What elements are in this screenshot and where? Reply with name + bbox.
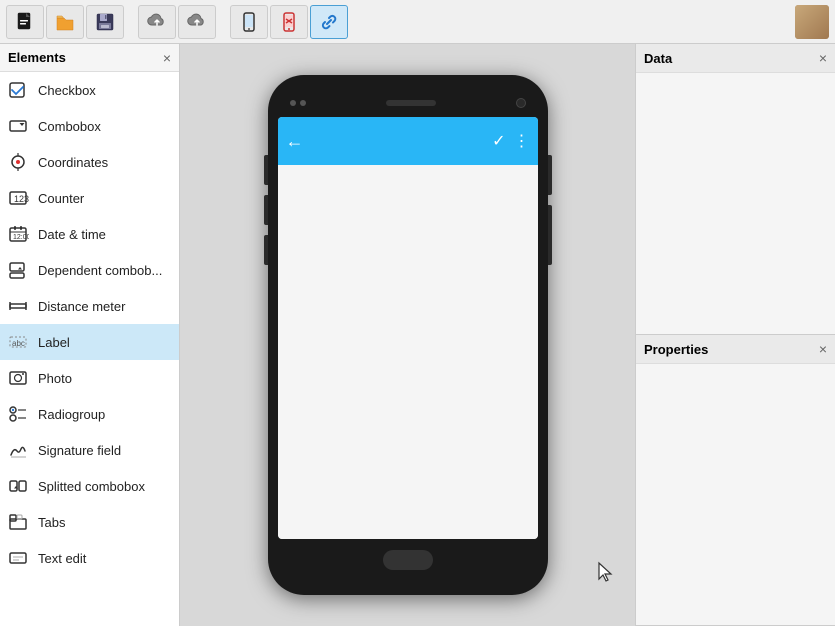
phone-speaker bbox=[386, 100, 436, 106]
phone-app-bar: ← ✓ ⋮ bbox=[278, 117, 538, 165]
elements-panel: Elements × Checkbox Combobox Coordinates 12… bbox=[0, 44, 180, 626]
save-button[interactable] bbox=[86, 5, 124, 39]
canvas-area: ← ✓ ⋮ bbox=[180, 44, 635, 626]
phone-dot-1 bbox=[290, 100, 296, 106]
toolbar-file-group bbox=[6, 5, 124, 39]
label-icon: abc bbox=[8, 331, 30, 353]
combobox-icon bbox=[8, 115, 30, 137]
element-label-combobox: Combobox bbox=[38, 119, 101, 134]
element-label-splitted-combobox: Splitted combobox bbox=[38, 479, 145, 494]
open-folder-button[interactable] bbox=[46, 5, 84, 39]
element-label-signature-field: Signature field bbox=[38, 443, 121, 458]
phone-camera bbox=[516, 98, 526, 108]
cursor-indicator bbox=[597, 561, 615, 586]
properties-panel: Properties × bbox=[636, 335, 835, 626]
phone-bottom-bar bbox=[278, 539, 538, 581]
sidebar-item-distance-meter[interactable]: Distance meter bbox=[0, 288, 179, 324]
sidebar-item-tabs[interactable]: Tabs bbox=[0, 504, 179, 540]
close-view-button[interactable] bbox=[270, 5, 308, 39]
element-label-radiogroup: Radiogroup bbox=[38, 407, 105, 422]
tabs-icon bbox=[8, 511, 30, 533]
textedit-icon bbox=[8, 547, 30, 569]
phone-left-button-2 bbox=[264, 195, 268, 225]
data-panel: Data × bbox=[636, 44, 835, 335]
element-label-label: Label bbox=[38, 335, 70, 350]
sidebar-item-coordinates[interactable]: Coordinates bbox=[0, 144, 179, 180]
dependent-icon bbox=[8, 259, 30, 281]
sidebar-item-datetime[interactable]: 12:00 Date & time bbox=[0, 216, 179, 252]
toolbar-cloud-group bbox=[138, 5, 216, 39]
sidebar-item-radiogroup[interactable]: Radiogroup bbox=[0, 396, 179, 432]
main-area: Elements × Checkbox Combobox Coordinates 12… bbox=[0, 44, 835, 626]
phone-volume-button bbox=[548, 205, 552, 265]
new-file-button[interactable] bbox=[6, 5, 44, 39]
data-panel-content bbox=[636, 73, 835, 334]
avatar bbox=[795, 5, 829, 39]
phone-left-button-1 bbox=[264, 155, 268, 185]
data-panel-close-button[interactable]: × bbox=[819, 50, 827, 66]
elements-panel-header: Elements × bbox=[0, 44, 179, 72]
distance-icon bbox=[8, 295, 30, 317]
upload2-button[interactable] bbox=[178, 5, 216, 39]
element-label-datetime: Date & time bbox=[38, 227, 106, 242]
phone-dot-2 bbox=[300, 100, 306, 106]
data-panel-title: Data bbox=[644, 51, 672, 66]
counter-icon: 123 bbox=[8, 187, 30, 209]
right-panels: Data × Properties × bbox=[635, 44, 835, 626]
sidebar-item-label[interactable]: abc Label bbox=[0, 324, 179, 360]
sidebar-item-dependent-combobox[interactable]: Dependent combob... bbox=[0, 252, 179, 288]
svg-text:123: 123 bbox=[14, 194, 29, 204]
element-label-distance-meter: Distance meter bbox=[38, 299, 125, 314]
coordinates-icon bbox=[8, 151, 30, 173]
properties-panel-close-button[interactable]: × bbox=[819, 341, 827, 357]
svg-text:12:00: 12:00 bbox=[13, 234, 29, 241]
sidebar-item-counter[interactable]: 123 Counter bbox=[0, 180, 179, 216]
mobile-view-button[interactable] bbox=[230, 5, 268, 39]
sidebar-item-signature-field[interactable]: Signature field bbox=[0, 432, 179, 468]
phone-power-button bbox=[548, 155, 552, 195]
properties-panel-title: Properties bbox=[644, 342, 708, 357]
sidebar-item-photo[interactable]: Photo bbox=[0, 360, 179, 396]
phone-left-button-3 bbox=[264, 235, 268, 265]
link-button[interactable] bbox=[310, 5, 348, 39]
photo-icon bbox=[8, 367, 30, 389]
phone-check-button[interactable]: ✓ bbox=[492, 131, 505, 151]
elements-list: Checkbox Combobox Coordinates 123 Counter 12:… bbox=[0, 72, 179, 626]
phone-screen: ← ✓ ⋮ bbox=[278, 117, 538, 539]
svg-text:abc: abc bbox=[12, 339, 25, 348]
phone-menu-button[interactable]: ⋮ bbox=[514, 131, 530, 151]
splitted-icon bbox=[8, 475, 30, 497]
phone-content-area bbox=[278, 165, 538, 539]
element-label-checkbox: Checkbox bbox=[38, 83, 96, 98]
sidebar-item-text-edit[interactable]: Text edit bbox=[0, 540, 179, 576]
phone-speaker-dots bbox=[290, 100, 306, 106]
toolbar bbox=[0, 0, 835, 44]
element-label-text-edit: Text edit bbox=[38, 551, 86, 566]
checkbox-icon bbox=[8, 79, 30, 101]
sidebar-item-splitted-combobox[interactable]: Splitted combobox bbox=[0, 468, 179, 504]
element-label-counter: Counter bbox=[38, 191, 84, 206]
phone-back-button[interactable]: ← bbox=[286, 131, 304, 152]
properties-panel-header: Properties × bbox=[636, 335, 835, 364]
elements-panel-close-button[interactable]: × bbox=[163, 51, 171, 65]
elements-panel-title: Elements bbox=[8, 50, 66, 65]
upload1-button[interactable] bbox=[138, 5, 176, 39]
phone-top-bar bbox=[278, 89, 538, 117]
phone-mockup: ← ✓ ⋮ bbox=[268, 75, 548, 595]
phone-home-button[interactable] bbox=[383, 550, 433, 570]
element-label-tabs: Tabs bbox=[38, 515, 65, 530]
element-label-dependent-combobox: Dependent combob... bbox=[38, 263, 162, 278]
element-label-photo: Photo bbox=[38, 371, 72, 386]
radiogroup-icon bbox=[8, 403, 30, 425]
properties-panel-content bbox=[636, 364, 835, 625]
sidebar-item-checkbox[interactable]: Checkbox bbox=[0, 72, 179, 108]
datetime-icon: 12:00 bbox=[8, 223, 30, 245]
element-label-coordinates: Coordinates bbox=[38, 155, 108, 170]
toolbar-view-group bbox=[230, 5, 348, 39]
data-panel-header: Data × bbox=[636, 44, 835, 73]
signature-icon bbox=[8, 439, 30, 461]
sidebar-item-combobox[interactable]: Combobox bbox=[0, 108, 179, 144]
